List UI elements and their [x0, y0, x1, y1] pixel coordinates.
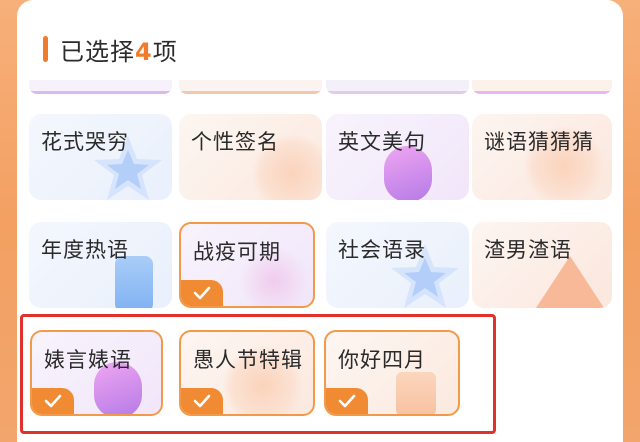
category-tile[interactable]: 花式哭穷	[29, 114, 172, 200]
selection-count: 4	[135, 37, 153, 66]
check-icon	[326, 388, 368, 414]
check-icon	[181, 388, 223, 414]
category-label: 社会语录	[338, 238, 426, 262]
check-icon	[181, 280, 223, 306]
category-label: 愚人节特辑	[193, 348, 303, 372]
category-label: 花式哭穷	[41, 130, 129, 154]
category-tile[interactable]: 年度热语	[29, 222, 172, 308]
category-label: 婊言婊语	[44, 348, 132, 372]
tile-peek[interactable]	[29, 80, 172, 94]
category-label: 英文美句	[338, 130, 426, 154]
selection-suffix: 项	[152, 37, 178, 66]
category-tile[interactable]: 谜语猜猜猜	[472, 114, 612, 200]
selection-prefix: 已选择	[60, 37, 135, 66]
check-icon	[32, 388, 74, 414]
category-label: 渣男渣语	[484, 238, 572, 262]
category-label: 你好四月	[338, 348, 426, 372]
category-label: 谜语猜猜猜	[484, 130, 594, 154]
category-panel: 已选择4项 花式哭穷 个性签名 英文美句 谜语猜猜猜 年度热语 战疫可期 社会语	[17, 0, 623, 442]
category-tile[interactable]: 社会语录	[326, 222, 469, 308]
tile-peek[interactable]	[472, 80, 612, 94]
category-tile-selected[interactable]: 你好四月	[324, 330, 460, 416]
category-tile[interactable]: 渣男渣语	[472, 222, 612, 308]
category-tile-selected[interactable]: 婊言婊语	[30, 330, 163, 416]
selection-header: 已选择4项	[43, 32, 178, 67]
selection-count-title: 已选择4项	[60, 32, 178, 67]
category-label: 个性签名	[191, 130, 279, 154]
category-tile[interactable]: 英文美句	[326, 114, 469, 200]
tile-peek[interactable]	[179, 80, 322, 94]
category-tile[interactable]: 个性签名	[179, 114, 322, 200]
tile-peek[interactable]	[326, 80, 469, 94]
rectangle-decoration-icon	[396, 372, 436, 414]
category-label: 战疫可期	[193, 240, 281, 264]
header-accent-bar	[43, 36, 48, 62]
category-label: 年度热语	[41, 238, 129, 262]
category-tile-selected[interactable]: 战疫可期	[179, 222, 315, 308]
category-tile-selected[interactable]: 愚人节特辑	[179, 330, 315, 416]
